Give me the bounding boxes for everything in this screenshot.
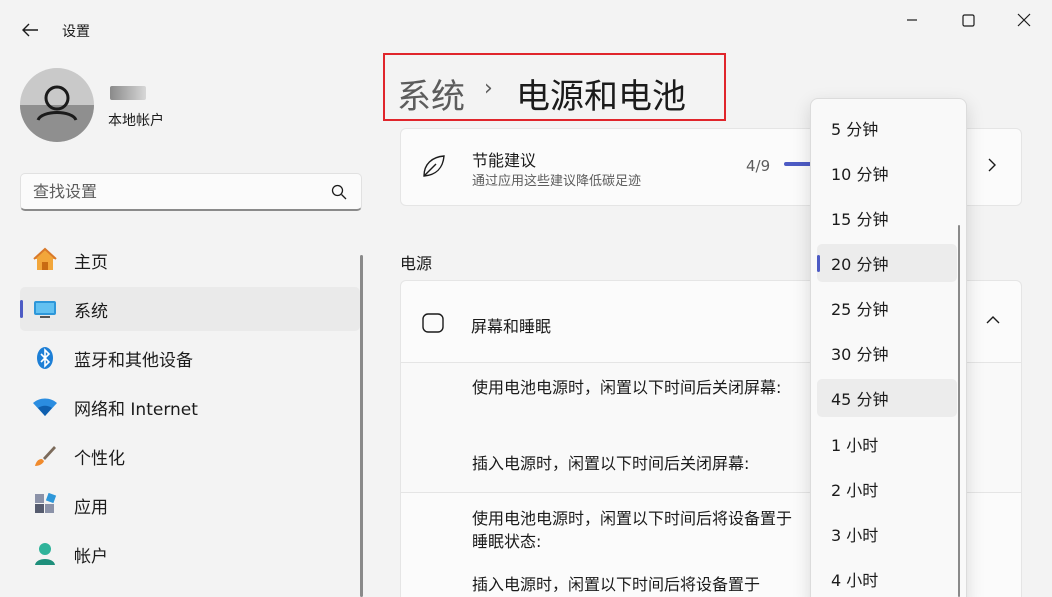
apps-icon xyxy=(32,492,58,518)
energy-recommendations-subtitle: 通过应用这些建议降低碳足迹 xyxy=(472,174,642,189)
search-box[interactable] xyxy=(20,173,362,211)
dropdown-option[interactable]: 10 分钟 xyxy=(817,154,957,192)
close-button[interactable] xyxy=(1004,8,1044,32)
dropdown-option[interactable]: 30 分钟 xyxy=(817,334,957,372)
sidebar-item-network[interactable]: 网络和 Internet xyxy=(20,385,360,429)
sidebar-item-label: 网络和 Internet xyxy=(74,399,198,420)
screen-sleep-icon xyxy=(422,313,444,335)
minimize-button[interactable] xyxy=(892,8,932,32)
plugged-sleep-label: 插入电源时，闲置以下时间后将设备置于 xyxy=(472,575,761,594)
app-title: 设置 xyxy=(62,24,90,40)
user-name-redacted xyxy=(110,86,146,100)
home-icon xyxy=(32,247,58,273)
sidebar-item-label: 蓝牙和其他设备 xyxy=(74,350,193,371)
minimize-icon xyxy=(907,19,917,21)
energy-recommendations-title: 节能建议 xyxy=(472,151,537,170)
dropdown-option[interactable]: 2 小时 xyxy=(817,470,957,508)
dropdown-option[interactable]: 25 分钟 xyxy=(817,289,957,327)
recommendations-progress-text: 4/9 xyxy=(746,157,771,175)
system-icon xyxy=(32,296,58,322)
timeout-dropdown-list: 5 分钟 10 分钟 15 分钟 20 分钟 25 分钟 30 分钟 45 分钟… xyxy=(810,98,967,597)
sidebar-item-home[interactable]: 主页 xyxy=(20,238,360,282)
maximize-icon xyxy=(961,13,975,27)
sidebar-item-apps[interactable]: 应用 xyxy=(20,483,360,527)
brush-icon xyxy=(32,443,58,469)
chevron-right-icon[interactable] xyxy=(984,154,1000,176)
back-arrow-icon xyxy=(22,23,38,37)
sidebar-item-personalization[interactable]: 个性化 xyxy=(20,434,360,478)
close-icon xyxy=(1017,13,1031,27)
breadcrumb-parent[interactable]: 系统 xyxy=(397,69,465,118)
sidebar-item-label: 应用 xyxy=(74,497,108,518)
dropdown-option[interactable]: 5 分钟 xyxy=(817,109,957,147)
leaf-icon xyxy=(423,155,445,177)
sidebar-item-bluetooth[interactable]: 蓝牙和其他设备 xyxy=(20,336,360,380)
search-input[interactable] xyxy=(33,182,323,201)
sidebar-nav: 主页 系统 蓝牙和其他设备 网络和 Internet 个性化 应用 帐户 xyxy=(20,238,360,581)
sidebar-item-accounts[interactable]: 帐户 xyxy=(20,532,360,576)
dropdown-option[interactable]: 4 小时 xyxy=(817,560,957,597)
sidebar-item-label: 主页 xyxy=(74,252,108,273)
search-icon[interactable] xyxy=(331,184,347,200)
plugged-screen-off-label: 插入电源时，闲置以下时间后关闭屏幕: xyxy=(472,454,750,473)
sidebar-scrollbar[interactable] xyxy=(360,255,363,597)
dropdown-option-hovered[interactable]: 45 分钟 xyxy=(817,379,957,417)
dropdown-option[interactable]: 3 小时 xyxy=(817,515,957,553)
page-title: 电源和电池 xyxy=(516,77,686,117)
avatar[interactable] xyxy=(20,68,94,142)
chevron-up-icon[interactable] xyxy=(984,312,1002,328)
dropdown-option-selected[interactable]: 20 分钟 xyxy=(817,244,957,282)
account-icon xyxy=(32,541,58,567)
dropdown-scrollbar[interactable] xyxy=(958,225,960,597)
back-button[interactable] xyxy=(18,18,42,42)
dropdown-option[interactable]: 1 小时 xyxy=(817,425,957,463)
screen-sleep-title[interactable]: 屏幕和睡眠 xyxy=(471,313,551,337)
battery-sleep-label: 使用电池电源时，闲置以下时间后将设备置于睡眠状态: xyxy=(472,509,793,551)
title-bar: 设置 xyxy=(0,0,1052,60)
battery-screen-off-label: 使用电池电源时，闲置以下时间后关闭屏幕: xyxy=(472,378,782,397)
wifi-icon xyxy=(32,394,58,420)
dropdown-option[interactable]: 15 分钟 xyxy=(817,199,957,237)
bluetooth-icon xyxy=(32,345,58,371)
sidebar-item-label: 帐户 xyxy=(74,546,108,567)
power-section-label: 电源 xyxy=(400,254,433,273)
breadcrumb-separator: › xyxy=(484,76,493,101)
sidebar-item-label: 系统 xyxy=(74,301,108,322)
sidebar-item-system[interactable]: 系统 xyxy=(20,287,360,331)
account-type-label: 本地帐户 xyxy=(108,113,164,129)
maximize-button[interactable] xyxy=(948,8,988,32)
sidebar-item-label: 个性化 xyxy=(74,448,125,469)
user-silhouette-icon xyxy=(20,85,94,142)
